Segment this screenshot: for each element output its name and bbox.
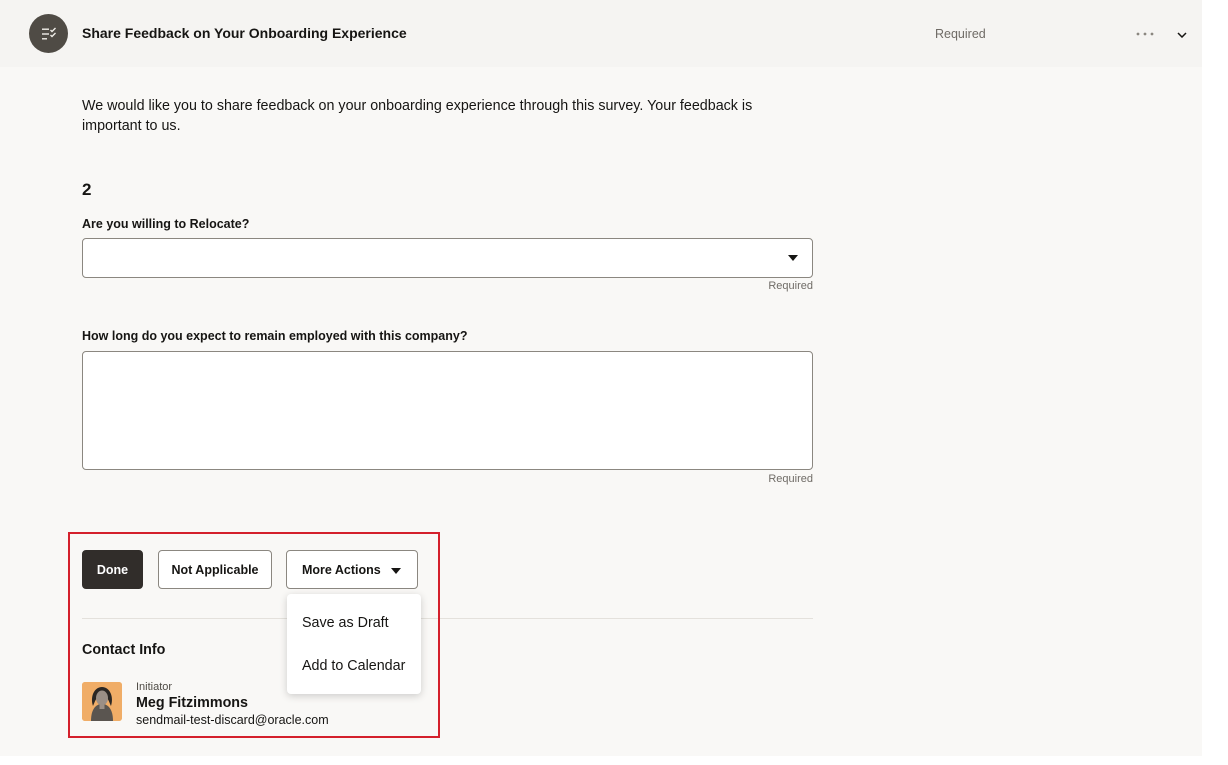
task-header: Share Feedback on Your Onboarding Experi… bbox=[0, 0, 1202, 67]
tenure-required-hint: Required bbox=[768, 473, 813, 485]
question-number: 2 bbox=[82, 180, 92, 199]
relocate-select[interactable] bbox=[82, 238, 813, 278]
tenure-textarea[interactable] bbox=[82, 351, 813, 470]
more-options-icon[interactable] bbox=[1133, 24, 1157, 44]
relocate-required-hint: Required bbox=[768, 280, 813, 292]
caret-down-icon bbox=[788, 255, 798, 261]
chevron-down-icon[interactable] bbox=[1172, 26, 1192, 44]
highlight-box bbox=[68, 532, 440, 738]
task-status: Required bbox=[935, 27, 986, 41]
tenure-label: How long do you expect to remain employe… bbox=[82, 329, 468, 343]
relocate-label: Are you willing to Relocate? bbox=[82, 217, 250, 231]
survey-intro: We would like you to share feedback on y… bbox=[82, 98, 753, 134]
checklist-icon bbox=[29, 14, 68, 53]
task-title: Share Feedback on Your Onboarding Experi… bbox=[82, 25, 407, 41]
